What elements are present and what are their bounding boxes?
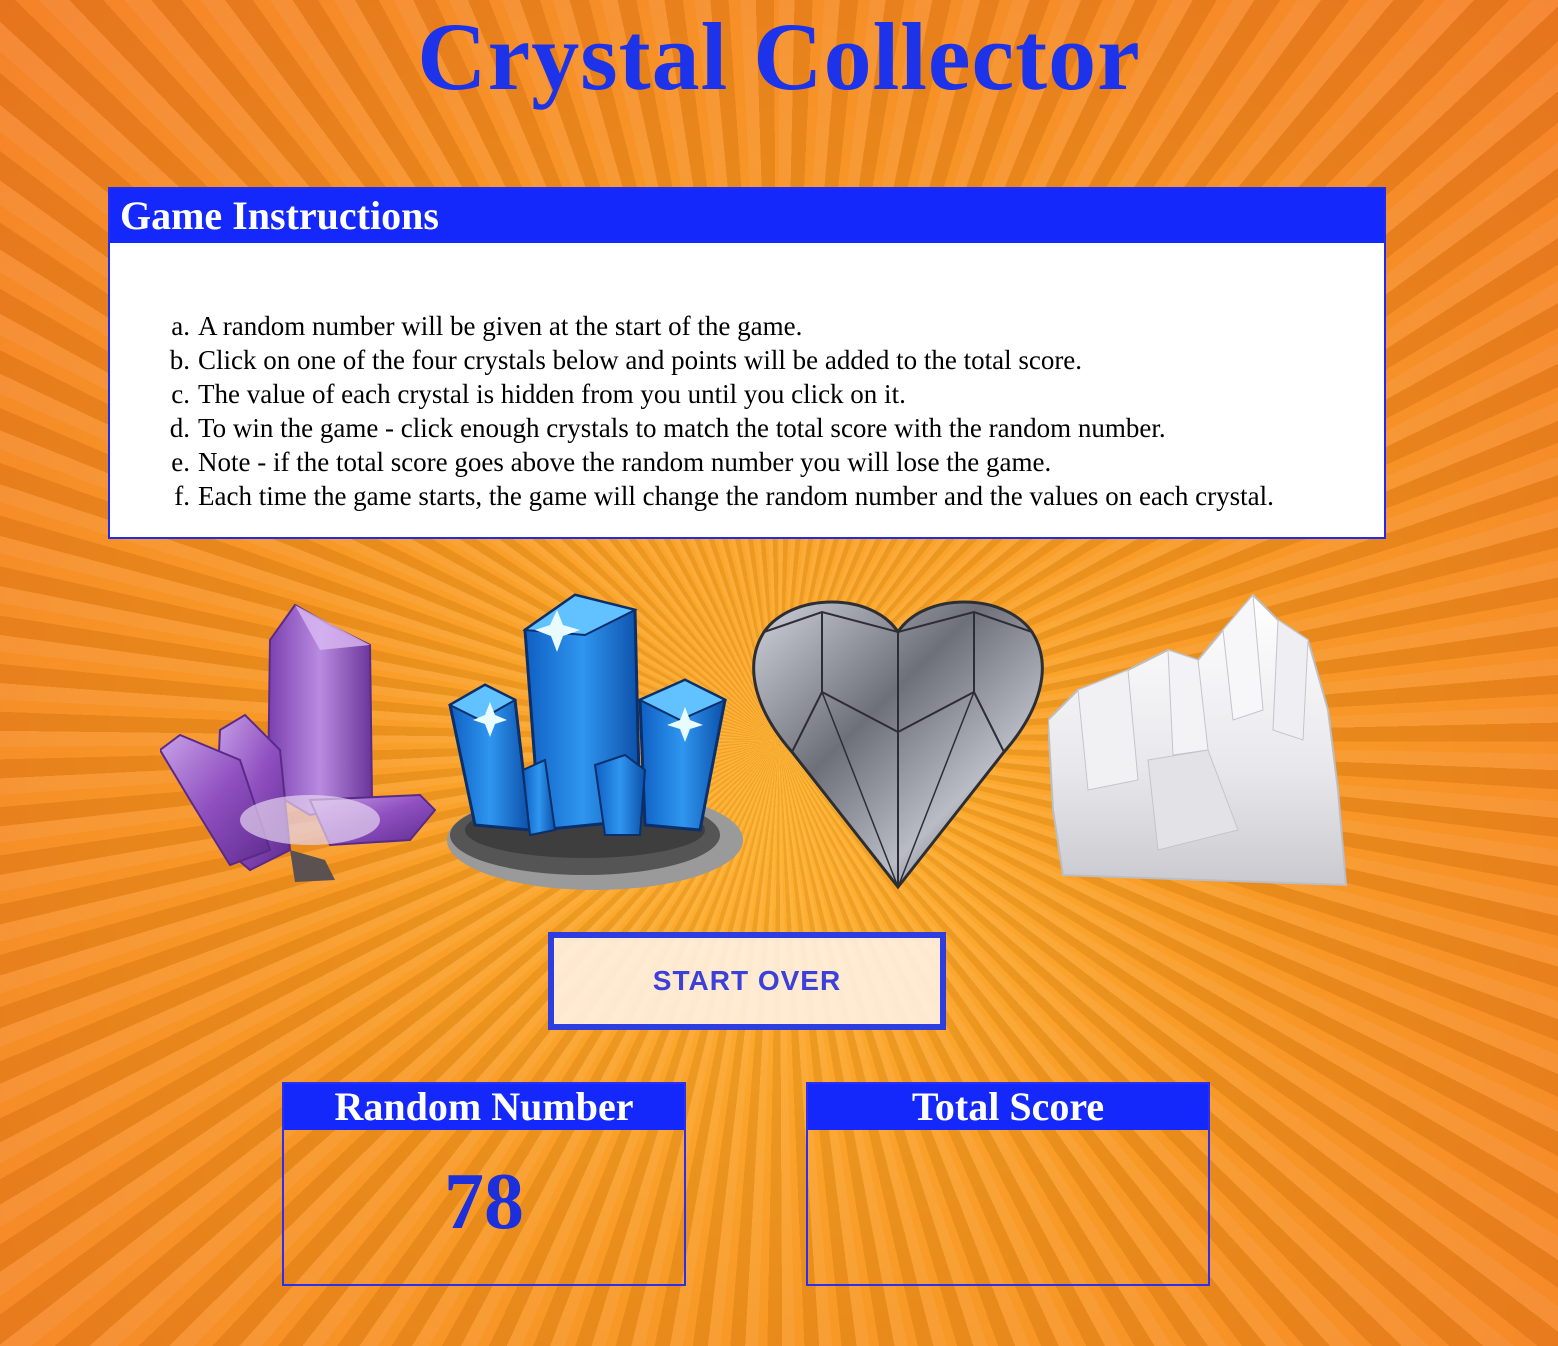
list-text: A random number will be given at the sta… [198,311,803,341]
random-number-label: Random Number [284,1084,684,1130]
list-item: f. Each time the game starts, the game wi… [160,479,1274,513]
list-text: Click on one of the four crystals below … [198,345,1083,375]
blue-crystal-cluster-icon [447,593,743,890]
silver-heart-crystal-icon [752,600,1044,890]
crystal-button-white[interactable] [1046,590,1348,890]
total-score-label: Total Score [808,1084,1208,1130]
list-marker: f. [174,481,190,511]
list-marker: d. [169,413,190,443]
white-quartz-crystal-icon [1046,593,1348,887]
total-score-panel: Total Score [806,1082,1210,1286]
list-item: e. Note - if the total score goes above t… [160,445,1274,479]
list-text: To win the game - click enough crystals … [198,413,1166,443]
list-marker: c. [171,379,190,409]
list-item: b. Click on one of the four crystals belo… [160,343,1274,377]
list-marker: b. [169,345,190,375]
list-item: d. To win the game - click enough crystal… [160,411,1274,445]
list-item: c. The value of each crystal is hidden fr… [160,377,1274,411]
instructions-list: a. A random number will be given at the s… [160,309,1274,513]
page-title: Crystal Collector [417,3,1141,110]
list-item: a. A random number will be given at the s… [160,309,1274,343]
crystal-button-silver[interactable] [752,592,1044,890]
list-text: Each time the game starts, the game will… [198,481,1274,511]
list-marker: a. [171,311,190,341]
random-number-panel: Random Number 78 [282,1082,686,1286]
list-text: Note - if the total score goes above the… [198,447,1052,477]
list-text: The value of each crystal is hidden from… [198,379,906,409]
purple-amethyst-crystal-icon [158,603,437,882]
start-over-button[interactable]: START OVER [548,932,946,1030]
crystal-button-purple[interactable] [158,600,438,885]
instructions-panel: Game Instructions a. A random number will… [108,187,1386,539]
crystal-button-blue[interactable] [445,590,747,892]
instructions-heading: Game Instructions [110,189,1384,243]
random-number-value: 78 [444,1158,524,1246]
list-marker: e. [171,447,190,477]
